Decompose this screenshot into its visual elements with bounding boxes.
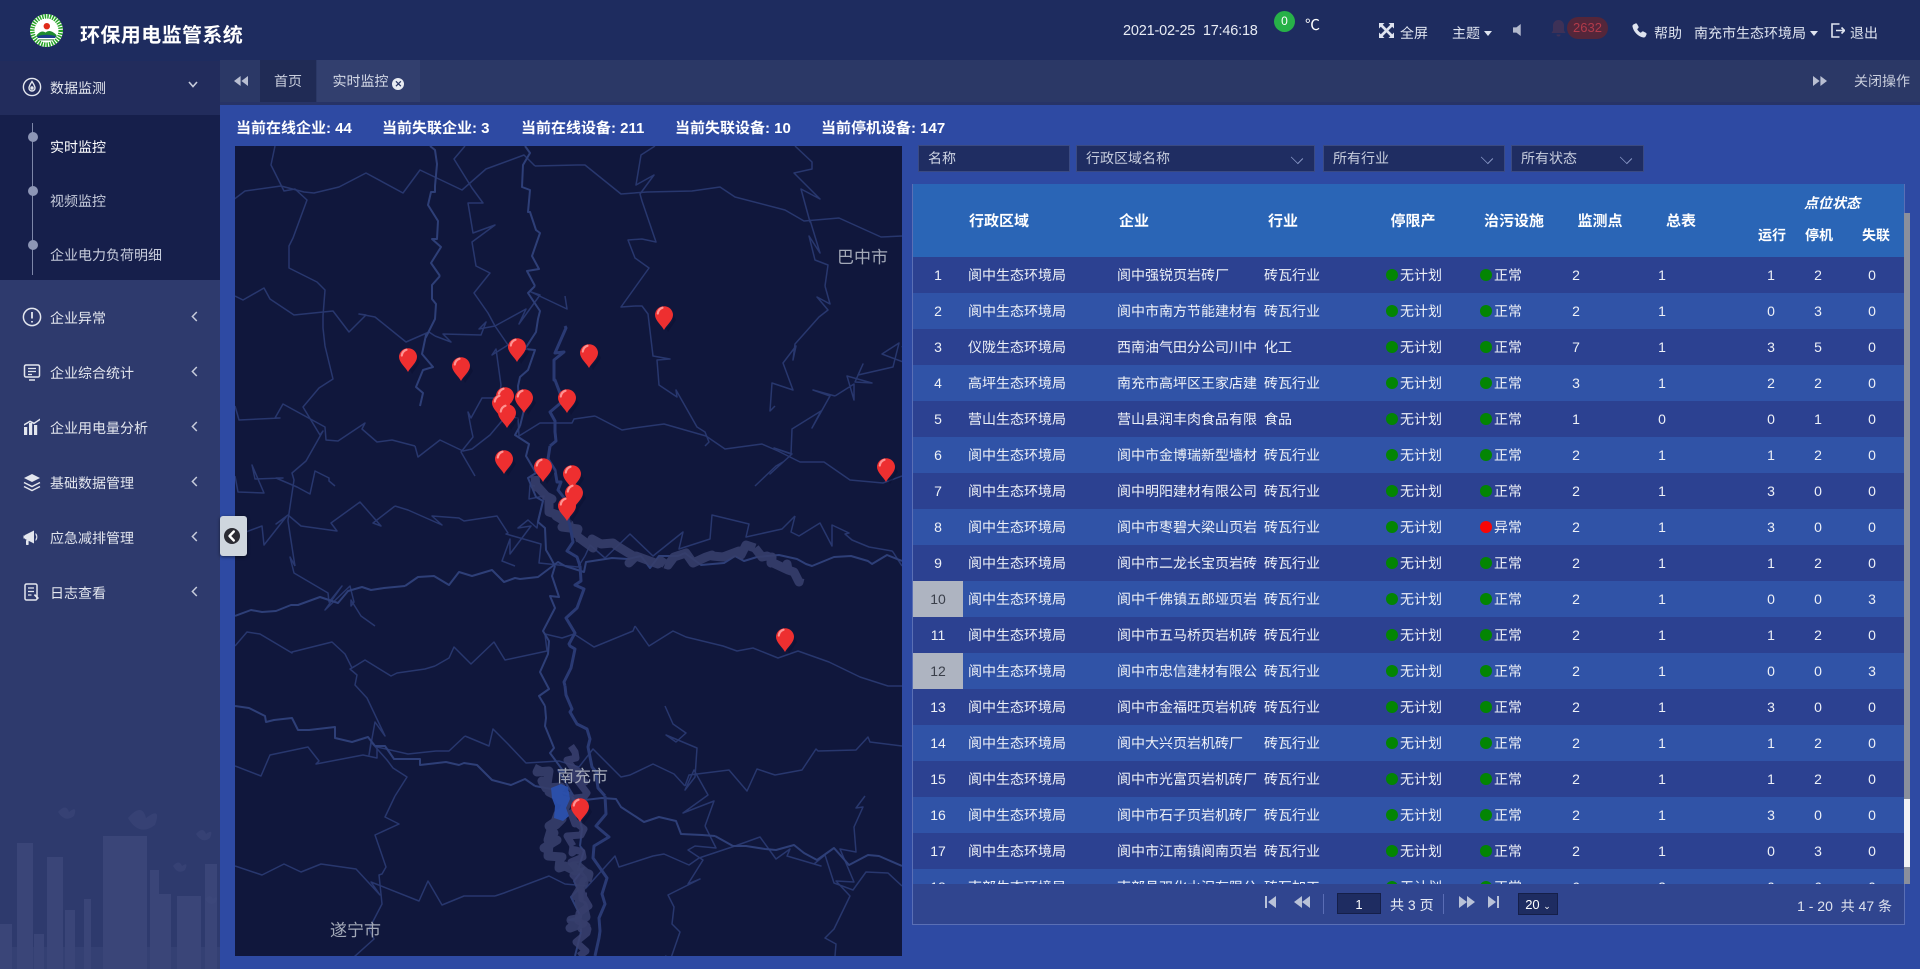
svg-text:南充市: 南充市	[557, 762, 608, 787]
svg-text:遂宁市: 遂宁市	[330, 916, 381, 941]
svg-text:巴中市: 巴中市	[837, 243, 888, 268]
